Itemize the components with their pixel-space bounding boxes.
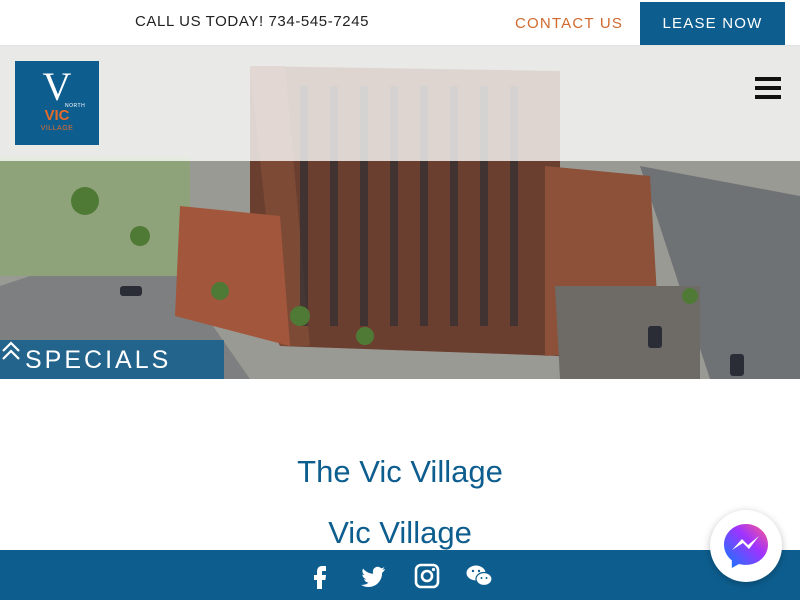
vic-village-logo[interactable]: V NORTH VIC VILLAGE [15,61,99,145]
specials-label: SPECIALS [25,346,172,374]
call-us-text[interactable]: CALL US TODAY! 734-545-7245 [135,13,369,30]
hamburger-menu-icon[interactable] [755,77,781,99]
social-bar [0,550,800,600]
page-title: The Vic Village [297,454,503,489]
contact-us-link[interactable]: CONTACT US [515,15,623,32]
instagram-icon[interactable] [413,562,441,590]
messenger-chat-button[interactable] [710,510,782,582]
facebook-icon[interactable] [306,562,334,590]
top-bar: CALL US TODAY! 734-545-7245 CONTACT US L… [0,0,800,46]
logo-sub: VILLAGE [40,125,74,132]
lease-now-button[interactable]: LEASE NOW [640,2,785,45]
specials-tab[interactable]: SPECIALS [0,340,224,379]
messenger-icon [724,524,768,568]
double-chevron-up-icon [2,341,20,360]
wechat-icon[interactable] [465,562,493,590]
header-overlay [0,46,800,161]
section-title: Vic Village [328,515,472,550]
hero-banner: V NORTH VIC VILLAGE SPECIALS [0,46,800,379]
logo-mark: V [42,64,72,109]
twitter-icon[interactable] [359,562,387,590]
logo-name: VIC [44,107,70,124]
